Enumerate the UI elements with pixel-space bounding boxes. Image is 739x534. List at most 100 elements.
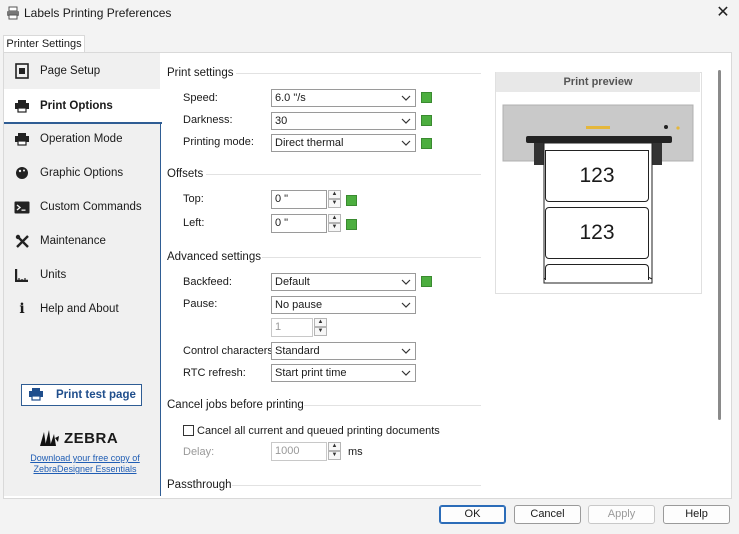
spin-down-icon[interactable]: ▼	[328, 223, 341, 232]
spin-down-icon[interactable]: ▼	[328, 451, 341, 460]
download-link[interactable]: Download your free copy of ZebraDesigner…	[20, 453, 150, 475]
info-icon: i	[19, 301, 25, 317]
pause-label: Pause:	[183, 298, 218, 310]
delay-input[interactable]: 1000	[271, 442, 327, 461]
sidebar-item-graphic-options[interactable]: Graphic Options	[4, 157, 160, 189]
offset-top-stepper[interactable]: ▲ ▼	[328, 190, 341, 209]
section-divider	[236, 73, 481, 74]
control-characters-select[interactable]: Standard	[271, 342, 416, 360]
speed-label: Speed:	[183, 92, 218, 104]
cancel-jobs-checkbox[interactable]	[183, 425, 194, 436]
spin-down-icon[interactable]: ▼	[314, 327, 327, 336]
backfeed-value: Default	[275, 276, 310, 288]
darkness-select[interactable]: 30	[271, 112, 416, 130]
section-divider	[206, 174, 481, 175]
spin-up-icon[interactable]: ▲	[328, 190, 341, 199]
sidebar-item-label: Units	[40, 269, 67, 281]
pause-count-input[interactable]: 1	[271, 318, 313, 337]
control-characters-value: Standard	[275, 345, 320, 357]
brand-text: ZEBRA	[64, 429, 119, 447]
print-test-page-button[interactable]: Print test page	[21, 384, 142, 406]
backfeed-select[interactable]: Default	[271, 273, 416, 291]
section-divider	[232, 485, 481, 486]
chevron-down-icon	[401, 302, 411, 308]
chevron-down-icon	[401, 140, 411, 146]
section-offsets: Offsets	[167, 168, 204, 180]
sidebar-item-label: Graphic Options	[40, 167, 124, 179]
pause-value: No pause	[275, 299, 323, 311]
sidebar-item-label: Help and About	[40, 303, 119, 315]
pause-select[interactable]: No pause	[271, 296, 416, 314]
offset-left-stepper[interactable]: ▲ ▼	[328, 214, 341, 233]
help-button[interactable]: Help	[663, 505, 730, 524]
section-passthrough: Passthrough	[167, 479, 232, 491]
zebra-logo: ZEBRA	[38, 428, 118, 448]
printing-mode-select[interactable]: Direct thermal	[271, 134, 416, 152]
preview-label-1: 123	[545, 150, 649, 202]
offset-top-input[interactable]: 0 "	[271, 190, 327, 209]
sidebar-item-operation-mode[interactable]: Operation Mode	[4, 123, 160, 155]
palette-icon	[14, 165, 30, 181]
delay-label: Delay:	[183, 446, 215, 458]
offset-top-indicator	[346, 195, 357, 206]
preview-label-3	[545, 264, 649, 280]
chevron-down-icon	[401, 348, 411, 354]
zebra-head-icon	[40, 430, 59, 446]
offset-top-label: Top:	[183, 193, 204, 205]
close-button[interactable]: ✕	[712, 4, 734, 24]
darkness-indicator	[421, 115, 432, 126]
printer-icon	[7, 6, 19, 20]
offset-left-indicator	[346, 219, 357, 230]
sidebar-item-help-and-about[interactable]: i Help and About	[4, 293, 160, 325]
sidebar-item-maintenance[interactable]: Maintenance	[4, 225, 160, 257]
speed-indicator	[421, 92, 432, 103]
page-setup-icon	[14, 63, 30, 79]
ruler-icon	[14, 267, 30, 283]
rtc-refresh-value: Start print time	[275, 367, 347, 379]
sidebar-divider	[160, 122, 161, 496]
print-test-page-label: Print test page	[56, 389, 136, 401]
rtc-refresh-select[interactable]: Start print time	[271, 364, 416, 382]
section-advanced-settings: Advanced settings	[167, 251, 261, 263]
terminal-icon	[14, 199, 30, 215]
printing-mode-indicator	[421, 138, 432, 149]
spin-down-icon[interactable]: ▼	[328, 199, 341, 208]
tools-icon	[14, 233, 30, 249]
backfeed-indicator	[421, 276, 432, 287]
control-characters-label: Control characters:	[183, 345, 276, 357]
offset-left-input[interactable]: 0 "	[271, 214, 327, 233]
section-cancel-jobs: Cancel jobs before printing	[167, 399, 304, 411]
backfeed-label: Backfeed:	[183, 276, 232, 288]
scrollbar[interactable]	[718, 70, 721, 420]
sidebar-item-label: Custom Commands	[40, 201, 142, 213]
offset-left-label: Left:	[183, 217, 205, 229]
rtc-refresh-label: RTC refresh:	[183, 367, 246, 379]
chevron-down-icon	[401, 279, 411, 285]
section-divider	[262, 257, 481, 258]
section-divider	[304, 405, 481, 406]
chevron-down-icon	[401, 95, 411, 101]
apply-button[interactable]: Apply	[588, 505, 655, 524]
preview-label-2: 123	[545, 207, 649, 259]
sidebar-item-label: Operation Mode	[40, 133, 123, 145]
sidebar-item-custom-commands[interactable]: Custom Commands	[4, 191, 160, 223]
ok-button[interactable]: OK	[439, 505, 506, 524]
print-preview-title: Print preview	[496, 72, 700, 92]
sidebar-item-units[interactable]: Units	[4, 259, 160, 291]
pause-count-stepper[interactable]: ▲ ▼	[314, 318, 327, 337]
printing-mode-value: Direct thermal	[275, 137, 344, 149]
delay-unit: ms	[348, 446, 363, 458]
sidebar-item-print-options[interactable]: Print Options	[4, 89, 162, 124]
spin-up-icon[interactable]: ▲	[314, 318, 327, 327]
spin-up-icon[interactable]: ▲	[328, 214, 341, 223]
sidebar-item-page-setup[interactable]: Page Setup	[4, 55, 160, 87]
printer-icon	[14, 98, 30, 114]
close-icon: ✕	[716, 4, 730, 21]
speed-select[interactable]: 6.0 "/s	[271, 89, 416, 107]
printing-mode-label: Printing mode:	[183, 136, 254, 148]
darkness-value: 30	[275, 115, 288, 127]
delay-stepper[interactable]: ▲ ▼	[328, 442, 341, 461]
sidebar-item-label: Maintenance	[40, 235, 106, 247]
cancel-button[interactable]: Cancel	[514, 505, 581, 524]
spin-up-icon[interactable]: ▲	[328, 442, 341, 451]
